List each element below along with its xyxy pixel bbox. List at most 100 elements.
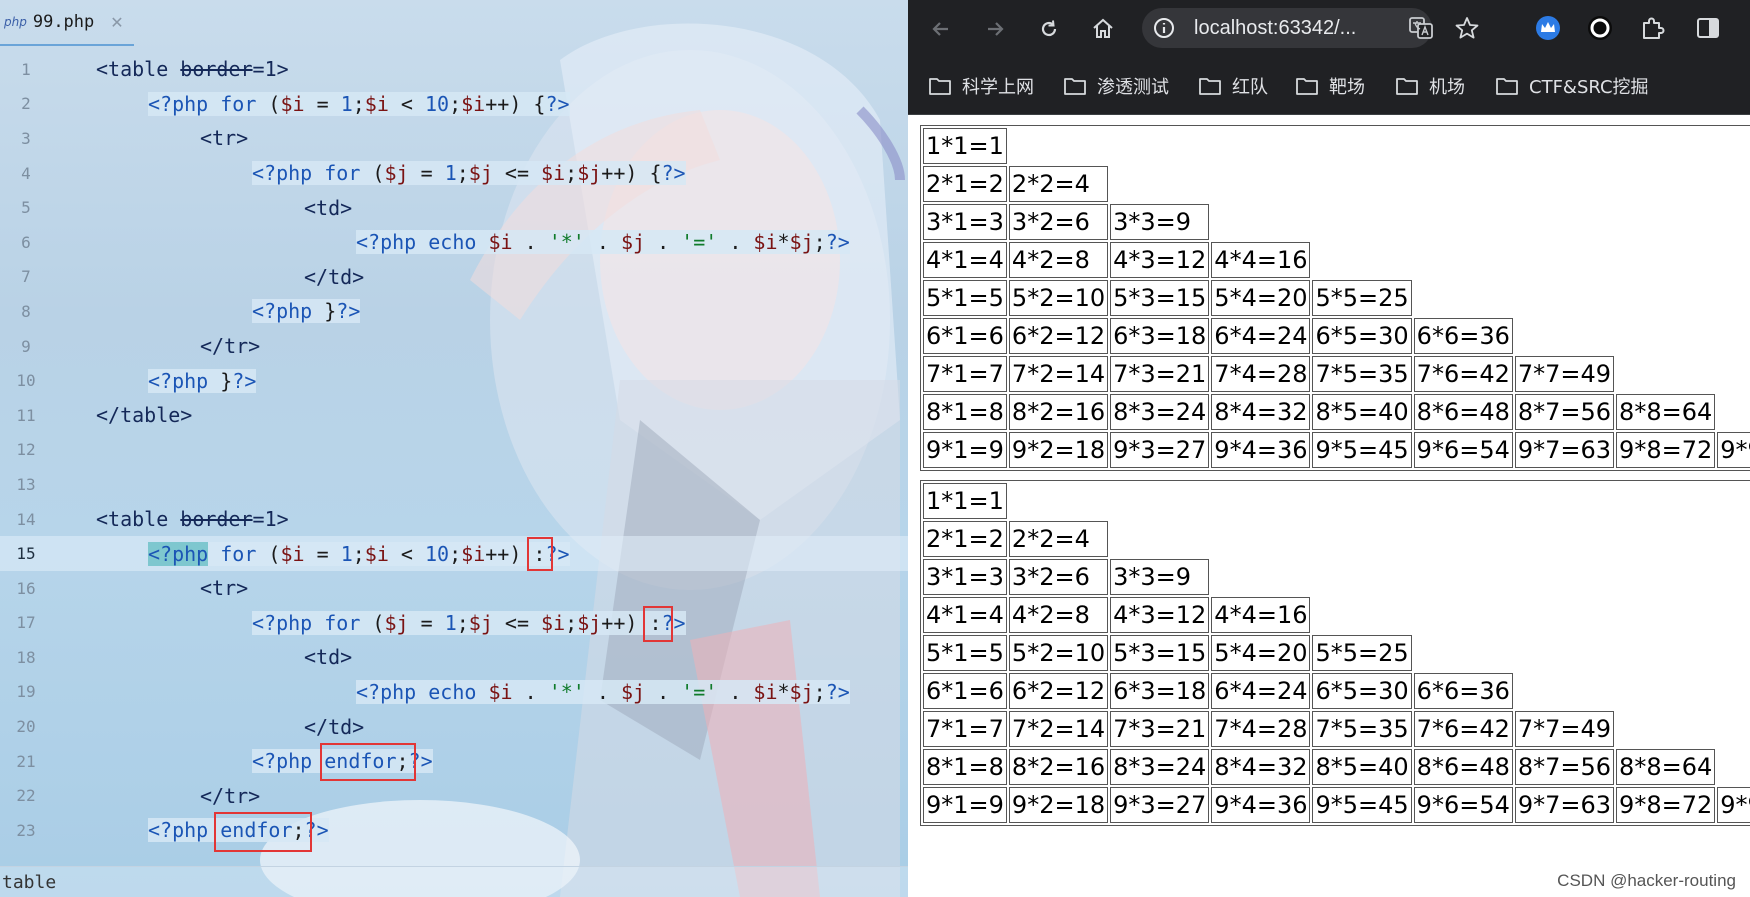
code-line[interactable]: 16 <tr>	[0, 571, 908, 606]
forward-button[interactable]	[980, 14, 1010, 44]
variable-token: $i	[753, 230, 778, 255]
code-line[interactable]: 21 <?php endfor; ?>	[0, 743, 908, 782]
punct-token: ;	[456, 610, 469, 635]
table-cell: 9*7=63	[1514, 787, 1615, 823]
code-line[interactable]: 22 </tr>	[0, 778, 908, 813]
php-open-token: <?php	[148, 368, 221, 393]
punct-token: =	[304, 91, 341, 116]
table-cell: 9*9=81	[1717, 432, 1750, 468]
line-number: 22	[16, 786, 36, 806]
variable-token: $j	[789, 679, 814, 704]
table-cell: 9*9=81	[1717, 787, 1750, 823]
code-line[interactable]: 19 <?php echo $i . '*' . $j . '=' . $i*$…	[0, 675, 908, 710]
multiplication-table-1: 1*1=1 2*1=2 2*2=4 3*1=3 3*2=6 3*3=9 4*1=4 4*2=8…	[920, 125, 1750, 471]
breadcrumb-item[interactable]: table	[2, 872, 56, 893]
url-text[interactable]: localhost:63342/...	[1194, 17, 1356, 40]
code-line-current[interactable]: 15 <?php for ($i = 1;$i < 10;$i++) : ?>	[0, 536, 908, 571]
extension-button[interactable]	[1534, 14, 1562, 47]
code-editor[interactable]: php 99.php ✕ 1 <table border=1> 2 <?php …	[0, 0, 908, 897]
keyword-token: endfor	[324, 749, 397, 774]
code-text: </tr>	[200, 783, 261, 808]
code-line[interactable]: 18 <td>	[0, 640, 908, 675]
punct-token: .	[645, 230, 682, 255]
file-tab-99-php[interactable]: php 99.php ✕	[0, 0, 134, 46]
html-tag-token: <table	[96, 57, 181, 82]
table-cell: 7*3=21	[1110, 711, 1210, 747]
php-close-token: ?>	[545, 91, 570, 116]
table-cell: 9*7=63	[1514, 432, 1615, 468]
table-cell: 7*1=7	[923, 711, 1007, 747]
code-text: </td>	[304, 714, 365, 739]
back-button[interactable]	[926, 14, 956, 44]
code-line[interactable]: 9 </tr>	[0, 329, 908, 364]
punct-token: *	[777, 679, 790, 704]
table-cell: 7*2=14	[1008, 711, 1109, 747]
bookmark-folder-6[interactable]: CTF&SRC挖掘	[1495, 72, 1649, 100]
endfor-token-group: endfor;	[214, 812, 313, 853]
home-button[interactable]	[1088, 14, 1118, 44]
punct-token: ;	[456, 161, 469, 186]
punct-token: ;	[565, 610, 578, 635]
code-line[interactable]: 11 </table>	[0, 398, 908, 433]
multiplication-table-2: 1*1=1 2*1=2 2*2=4 3*1=3 3*2=6 3*3=9 4*1=4 4*2=8…	[920, 480, 1750, 826]
reload-button[interactable]	[1034, 14, 1064, 44]
bookmark-folder-3[interactable]: 红队	[1198, 72, 1268, 100]
code-area[interactable]: 1 <table border=1> 2 <?php for ($i = 1;$…	[0, 52, 908, 853]
code-line[interactable]: 12	[0, 433, 908, 468]
line-number: 1	[21, 59, 31, 79]
code-line[interactable]: 4 <?php for ($j = 1;$j <= $i;$j++) {?>	[0, 156, 908, 191]
side-panel-button[interactable]	[1694, 14, 1722, 47]
code-line[interactable]: 8 <?php }?>	[0, 294, 908, 329]
code-text: <?php }?>	[252, 299, 361, 324]
punct-token: <=	[492, 610, 542, 635]
code-line[interactable]: 7 </td>	[0, 260, 908, 295]
table-cell: 6*6=36	[1413, 673, 1513, 709]
code-line[interactable]: 5 <td>	[0, 190, 908, 225]
translate-button[interactable]	[1408, 15, 1434, 46]
code-line[interactable]: 14 <table border=1>	[0, 502, 908, 537]
code-line[interactable]: 13	[0, 467, 908, 502]
code-line[interactable]: 23 <?php endfor; ?>	[0, 812, 908, 853]
line-number: 2	[21, 94, 31, 114]
code-text: <td>	[304, 195, 353, 220]
table-cell: 8*6=48	[1413, 749, 1513, 785]
extension-button[interactable]	[1586, 14, 1614, 47]
variable-token: $j	[577, 161, 602, 186]
code-line[interactable]: 17 <?php for ($j = 1;$j <= $i;$j++) : ?>	[0, 605, 908, 642]
bookmark-label: CTF&SRC挖掘	[1529, 77, 1649, 98]
table-cell: 8*8=64	[1616, 394, 1716, 430]
code-text: <tr>	[200, 126, 249, 151]
folder-icon	[1396, 78, 1418, 95]
bookmark-folder-1[interactable]: 科学上网	[928, 72, 1034, 100]
table-row: 9*1=9 9*2=18 9*3=27 9*4=36 9*5=45 9*6=54 9*7=6…	[923, 787, 1750, 823]
table-cell: 6*5=30	[1312, 673, 1412, 709]
star-icon	[1455, 17, 1479, 39]
variable-token: $j	[384, 161, 409, 186]
code-line[interactable]: 2 <?php for ($i = 1;$i < 10;$i++) {?>	[0, 87, 908, 122]
folder-icon	[929, 78, 951, 95]
code-text: <?php for ($i = 1;$i < 10;$i++) : ?>	[148, 536, 570, 571]
code-line[interactable]: 1 <table border=1>	[0, 52, 908, 87]
table-cell: 4*4=16	[1211, 597, 1311, 633]
table-row: 2*1=2 2*2=4	[923, 166, 1750, 202]
code-text: <?php for ($j = 1;$j <= $i;$j++) {?>	[252, 161, 686, 186]
site-info-icon[interactable]	[1152, 16, 1176, 40]
code-text: <?php endfor; ?>	[252, 743, 433, 782]
string-token: '='	[681, 679, 718, 704]
breadcrumb[interactable]: table	[0, 866, 908, 897]
bookmark-folder-5[interactable]: 机场	[1395, 72, 1465, 100]
bookmark-folder-4[interactable]: 靶场	[1295, 72, 1365, 100]
bookmark-star-button[interactable]	[1454, 15, 1480, 46]
variable-token: $j	[468, 161, 493, 186]
code-line[interactable]: 10 <?php }?>	[0, 363, 908, 398]
punct-token: =	[408, 161, 445, 186]
address-bar[interactable]: localhost:63342/...	[1142, 8, 1432, 48]
table-cell: 9*1=9	[923, 432, 1007, 468]
code-line[interactable]: 20 </td>	[0, 709, 908, 744]
code-line[interactable]: 3 <tr>	[0, 121, 908, 156]
close-icon[interactable]: ✕	[110, 13, 123, 32]
line-number: 14	[16, 509, 36, 529]
bookmark-folder-2[interactable]: 渗透测试	[1063, 72, 1169, 100]
code-line[interactable]: 6 <?php echo $i . '*' . $j . '=' . $i*$j…	[0, 225, 908, 260]
extensions-menu-button[interactable]	[1638, 14, 1666, 47]
